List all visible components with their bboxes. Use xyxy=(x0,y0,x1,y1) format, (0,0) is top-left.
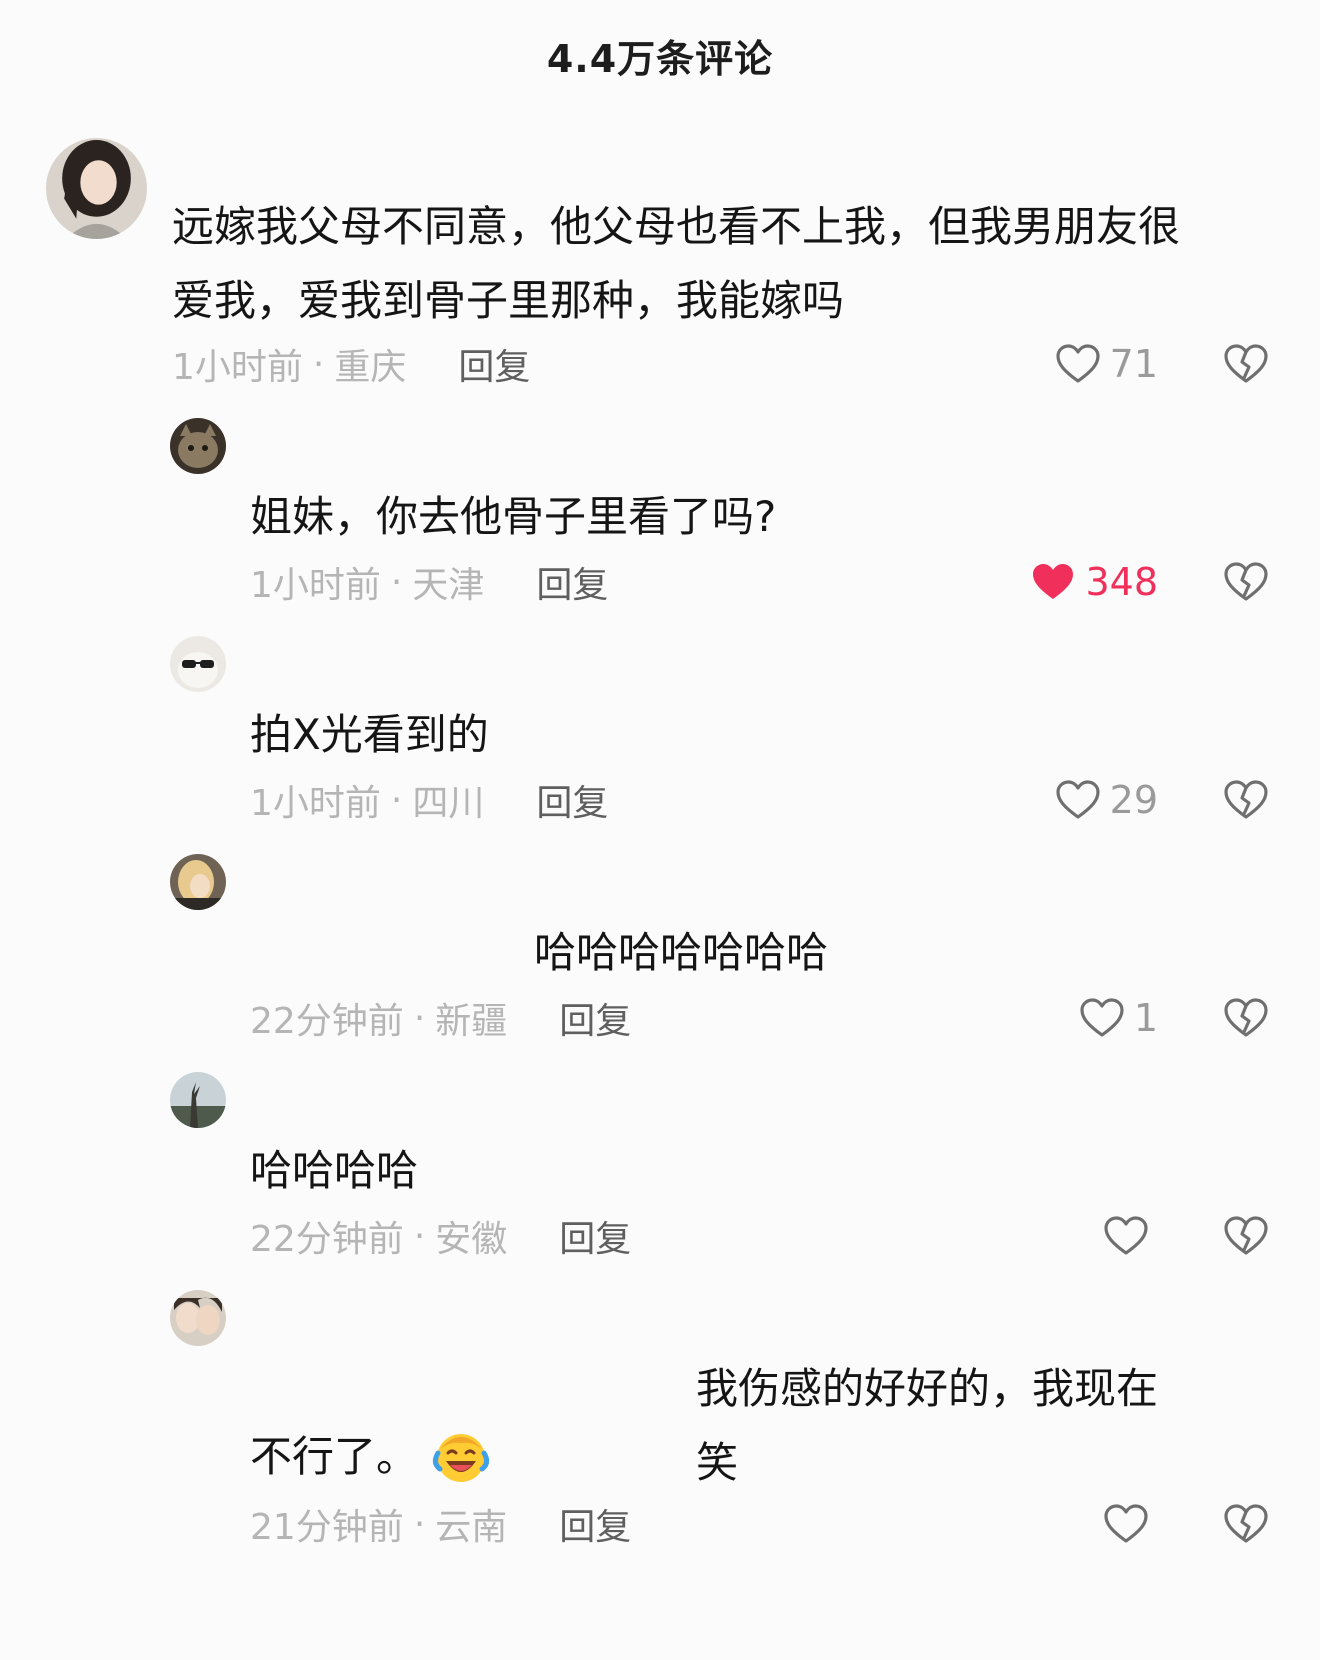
comment-meta: 1小时前 · 重庆 回复 xyxy=(172,334,530,394)
avatar[interactable] xyxy=(46,138,147,239)
comment-text: 哈哈哈哈 xyxy=(250,1146,419,1195)
comment-location: 新疆 xyxy=(435,1001,508,1042)
comment-actions: 1 xyxy=(1078,988,1270,1048)
comment-location: 云南 xyxy=(435,1507,508,1548)
broken-heart-icon xyxy=(1224,344,1268,383)
comment-actions xyxy=(1102,1206,1270,1266)
reply-button[interactable]: 回复 xyxy=(458,338,530,390)
like-button[interactable]: 348 xyxy=(1029,558,1158,606)
comment-actions xyxy=(1102,1494,1270,1554)
comment-actions: 71 xyxy=(1054,334,1270,394)
comment-time: 1小时前 xyxy=(250,565,381,606)
like-count: 348 xyxy=(1085,560,1158,604)
comment-time: 22分钟前 xyxy=(250,1219,404,1260)
avatar[interactable] xyxy=(170,1290,226,1346)
comment-actions: 29 xyxy=(1054,770,1270,830)
like-button[interactable]: 1 xyxy=(1078,994,1158,1042)
dislike-button[interactable] xyxy=(1222,1500,1270,1548)
comment-meta: 1小时前 · 天津 回复 xyxy=(250,552,608,612)
like-count: 71 xyxy=(1109,342,1158,386)
dislike-button[interactable] xyxy=(1222,558,1270,606)
dislike-button[interactable] xyxy=(1222,776,1270,824)
avatar[interactable] xyxy=(170,1072,226,1128)
comment-count-title: 4.4万条评论 xyxy=(546,36,774,81)
reply-button[interactable]: 回复 xyxy=(559,992,631,1044)
comment-meta: 22分钟前 · 安徽 回复 xyxy=(250,1206,631,1266)
comment-text-continued: 不行了。 xyxy=(250,1420,1150,1494)
comment-actions: 348 xyxy=(1029,552,1270,612)
meta-separator: · xyxy=(413,997,426,1039)
heart-outline-icon xyxy=(1080,998,1124,1037)
avatar[interactable] xyxy=(170,418,226,474)
meta-separator: · xyxy=(413,1215,426,1257)
comment-time: 21分钟前 xyxy=(250,1507,404,1548)
meta-separator: · xyxy=(413,1503,426,1545)
reply-button[interactable]: 回复 xyxy=(559,1210,631,1262)
reply-button[interactable]: 回复 xyxy=(536,556,608,608)
like-button[interactable] xyxy=(1102,1212,1158,1260)
reply-button[interactable]: 回复 xyxy=(559,1498,631,1550)
broken-heart-icon xyxy=(1224,780,1268,819)
comment-time: 1小时前 xyxy=(172,347,303,388)
broken-heart-icon xyxy=(1224,562,1268,601)
comment-text: 拍X光看到的 xyxy=(250,710,489,759)
broken-heart-icon xyxy=(1224,998,1268,1037)
comment-time: 22分钟前 xyxy=(250,1001,404,1042)
comment-location: 重庆 xyxy=(334,347,407,388)
broken-heart-icon xyxy=(1224,1504,1268,1543)
heart-outline-icon xyxy=(1056,780,1100,819)
avatar[interactable] xyxy=(170,636,226,692)
comment-meta: 21分钟前 · 云南 回复 xyxy=(250,1494,631,1554)
comment-time: 1小时前 xyxy=(250,783,381,824)
comment-location: 天津 xyxy=(412,565,485,606)
laughing-crying-emoji xyxy=(432,1427,490,1485)
reply-button[interactable]: 回复 xyxy=(536,774,608,826)
like-button[interactable]: 29 xyxy=(1054,776,1158,824)
comment-text: 姐妹，你去他骨子里看了吗? xyxy=(250,492,777,541)
like-button[interactable]: 71 xyxy=(1054,340,1158,388)
heart-filled-icon xyxy=(1033,564,1074,599)
like-button[interactable] xyxy=(1102,1500,1158,1548)
avatar[interactable] xyxy=(170,854,226,910)
comment-meta: 1小时前 · 四川 回复 xyxy=(250,770,608,830)
heart-outline-icon xyxy=(1104,1504,1148,1543)
like-count: 1 xyxy=(1133,996,1158,1040)
comment-meta: 22分钟前 · 新疆 回复 xyxy=(250,988,631,1048)
heart-outline-icon xyxy=(1104,1216,1148,1255)
dislike-button[interactable] xyxy=(1222,1212,1270,1260)
meta-separator: · xyxy=(390,779,403,821)
comment-location: 四川 xyxy=(412,783,485,824)
meta-separator: · xyxy=(390,561,403,603)
like-count: 29 xyxy=(1109,778,1158,822)
comment-text: 哈哈哈哈哈哈哈 xyxy=(534,928,829,977)
dislike-button[interactable] xyxy=(1222,994,1270,1042)
comments-header: 4.4万条评论 xyxy=(0,0,1320,110)
broken-heart-icon xyxy=(1224,1216,1268,1255)
comment-location: 安徽 xyxy=(435,1219,508,1260)
dislike-button[interactable] xyxy=(1222,340,1270,388)
meta-separator: · xyxy=(312,343,325,385)
heart-outline-icon xyxy=(1056,344,1100,383)
comment-text: 远嫁我父母不同意，他父母也看不上我，但我男朋友很爱我，爱我到骨子里那种，我能嫁吗 xyxy=(172,202,1181,325)
